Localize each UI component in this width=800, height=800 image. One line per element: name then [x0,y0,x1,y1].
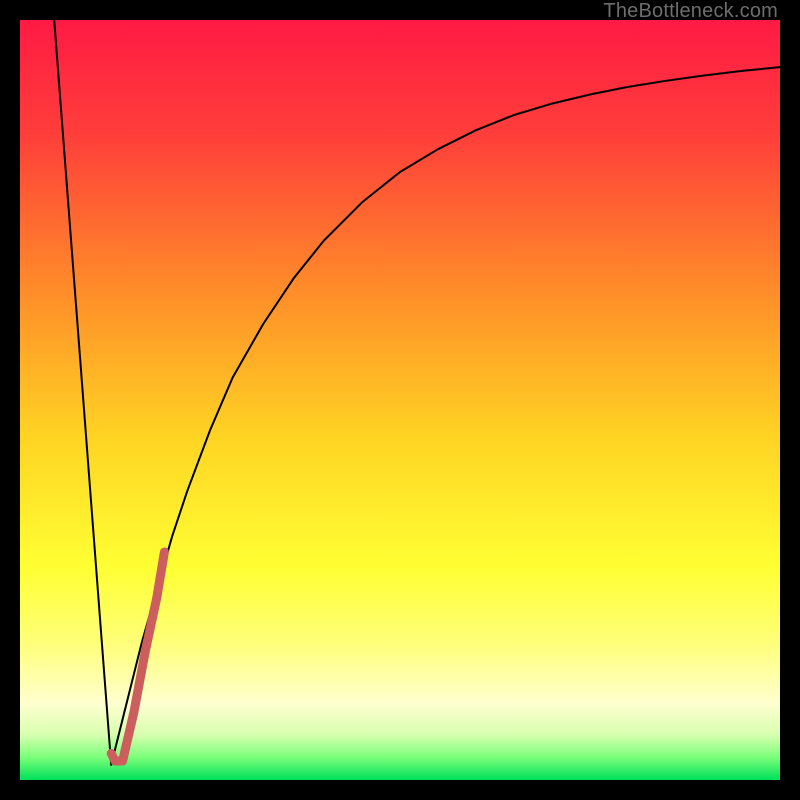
plot-area [20,20,780,780]
curve-layer [20,20,780,780]
series-right-curve [111,67,780,765]
chart-frame: TheBottleneck.com [0,0,800,800]
series-left-descent [54,20,111,765]
